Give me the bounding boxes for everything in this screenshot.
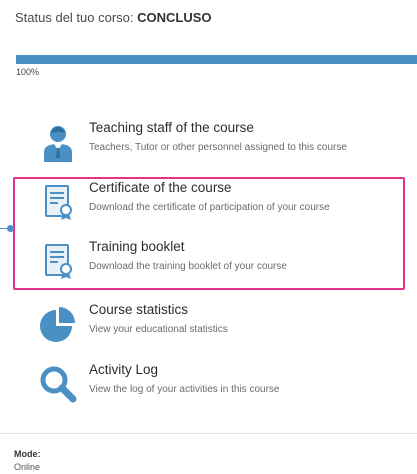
menu-item-title: Certificate of the course (89, 180, 232, 195)
magnifier-icon (40, 366, 77, 403)
menu-item-description: View your educational statistics (89, 324, 228, 335)
menu-item-title: Course statistics (89, 302, 189, 317)
menu-item-title: Activity Log (89, 362, 159, 377)
connector-dot (7, 225, 14, 232)
course-status: Status del tuo corso: CONCLUSO (15, 10, 212, 25)
pie-chart-icon (40, 307, 75, 342)
menu-item-training-booklet[interactable]: Training booklet Download the training b… (38, 239, 408, 287)
menu-item-description: Download the training booklet of your co… (89, 261, 287, 272)
course-status-label: Status del tuo corso: (15, 10, 134, 25)
menu-item-title: Training booklet (89, 239, 185, 254)
menu-item-description: View the log of your activities in this … (89, 384, 280, 395)
menu-item-activity-log[interactable]: Activity Log View the log of your activi… (38, 362, 408, 410)
mode-label: Mode: (14, 449, 41, 459)
course-progress-fill (16, 55, 417, 64)
menu-item-teaching-staff[interactable]: Teaching staff of the course Teachers, T… (38, 120, 408, 168)
certificate-icon (45, 244, 72, 279)
course-status-value: CONCLUSO (137, 10, 212, 25)
menu-item-description: Download the certificate of participatio… (89, 202, 330, 213)
teacher-person-icon (44, 126, 72, 162)
menu-item-certificate[interactable]: Certificate of the course Download the c… (38, 180, 408, 228)
mode-value: Online (14, 462, 41, 472)
course-progress-bar (16, 55, 417, 64)
menu-item-description: Teachers, Tutor or other personnel assig… (89, 142, 347, 153)
course-progress-percent: 100% (16, 67, 40, 77)
menu-item-course-statistics[interactable]: Course statistics View your educational … (38, 302, 408, 350)
menu-item-title: Teaching staff of the course (89, 120, 254, 135)
certificate-icon (45, 185, 72, 220)
divider (0, 433, 417, 434)
